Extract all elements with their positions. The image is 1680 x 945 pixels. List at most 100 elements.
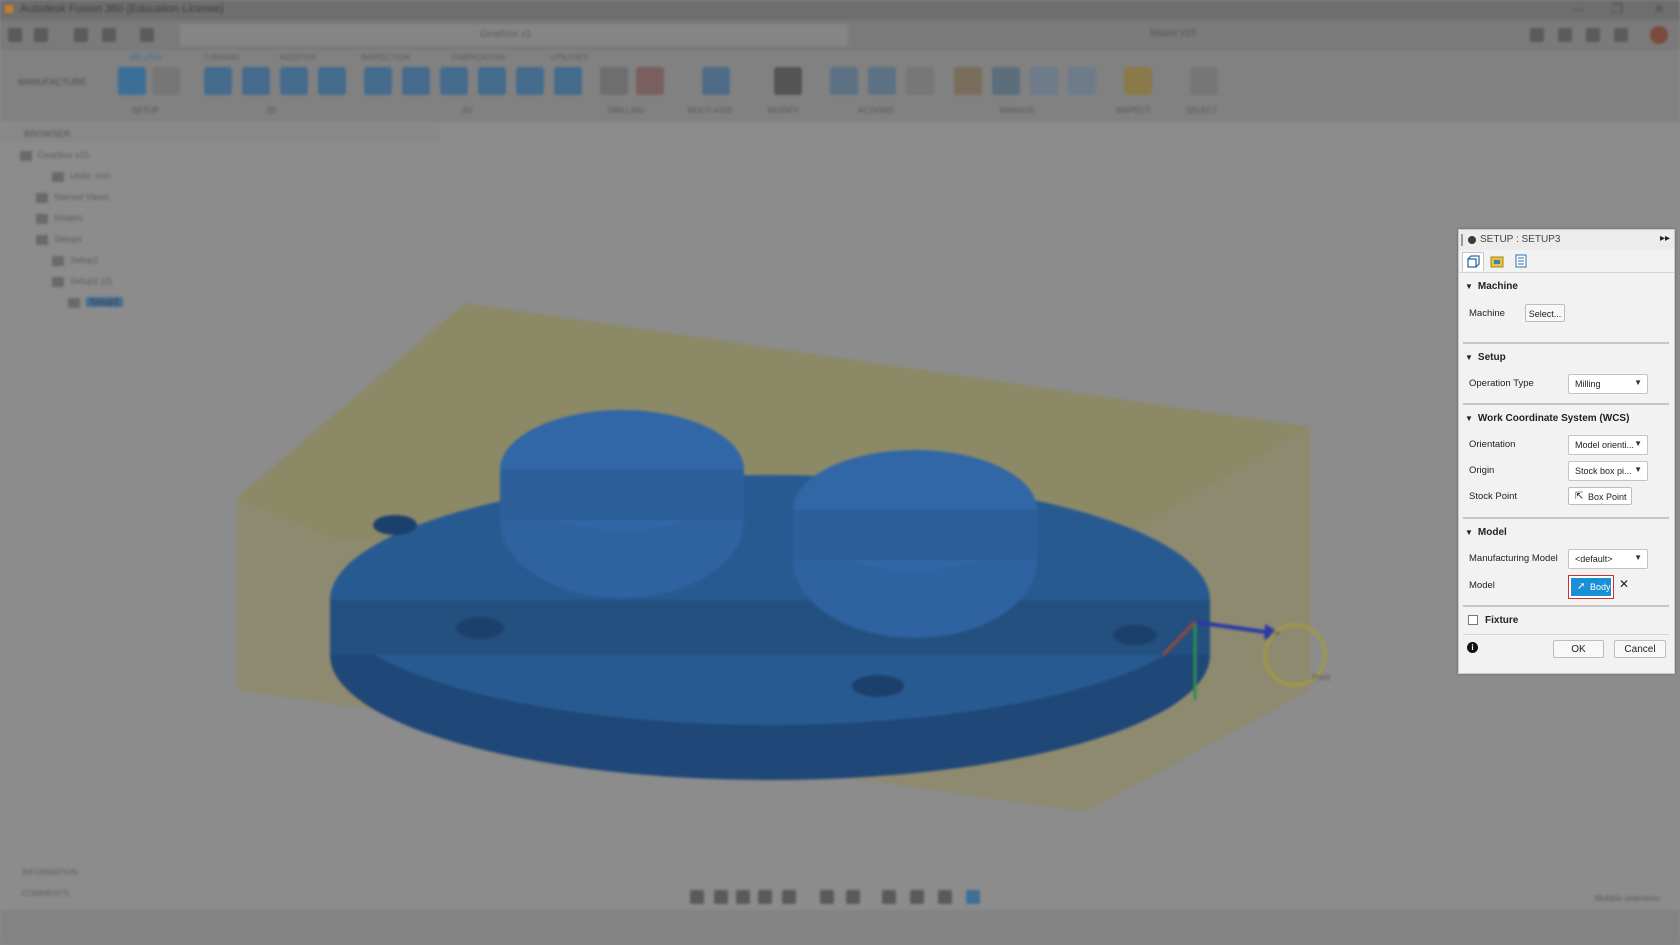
help-icon[interactable]	[1558, 28, 1572, 42]
tab-additive[interactable]: ADDITIVE	[280, 53, 317, 62]
tab-post-process[interactable]	[1511, 252, 1531, 270]
fixture-checkbox[interactable]	[1468, 615, 1478, 625]
job-status-icon[interactable]	[1614, 28, 1628, 42]
model-section-header[interactable]: ▼ Model	[1465, 527, 1507, 538]
ok-button[interactable]: OK	[1553, 640, 1604, 658]
look-at-icon[interactable]	[714, 890, 728, 904]
new-tab-icon[interactable]	[1530, 28, 1544, 42]
parallel-button[interactable]	[554, 67, 582, 95]
post-process-button[interactable]	[868, 67, 896, 95]
group-2d[interactable]: 2D	[266, 106, 276, 115]
notifications-icon[interactable]	[1586, 28, 1600, 42]
maximize-icon[interactable]: ❐	[1612, 2, 1623, 16]
hole-recognition-button[interactable]	[636, 67, 664, 95]
dialog-title-bar[interactable]: SETUP : SETUP3 ▸▸	[1459, 230, 1674, 250]
redo-icon[interactable]	[140, 28, 154, 42]
tab-inspection[interactable]: INSPECTION	[361, 53, 410, 62]
effects-icon[interactable]	[966, 890, 980, 904]
zoom-icon[interactable]	[758, 890, 772, 904]
comments-panel[interactable]: COMMENTS	[22, 889, 69, 898]
tab-milling[interactable]: MILLING	[130, 53, 162, 62]
cancel-button[interactable]: Cancel	[1614, 640, 1666, 658]
tree-item-named-views[interactable]: Named Views	[36, 192, 109, 208]
group-3d[interactable]: 3D	[462, 106, 472, 115]
tool-library-button[interactable]	[954, 67, 982, 95]
group-multi-axis[interactable]: MULTI-AXIS	[688, 106, 732, 115]
tree-item-setups[interactable]: Setups	[36, 234, 82, 250]
group-actions[interactable]: ACTIONS	[858, 106, 894, 115]
select-button[interactable]	[1190, 67, 1218, 95]
user-avatar[interactable]	[1650, 26, 1668, 44]
drag-handle[interactable]	[1461, 234, 1463, 246]
2d-pocket-button[interactable]	[242, 67, 270, 95]
workspace-switcher[interactable]: MANUFACTURE	[18, 77, 87, 87]
machine-library-button[interactable]	[1068, 67, 1096, 95]
tab-turning[interactable]: TURNING	[203, 53, 239, 62]
2d-contour-button[interactable]	[318, 67, 346, 95]
pan-icon[interactable]	[736, 890, 750, 904]
camera-icon[interactable]	[910, 890, 924, 904]
group-drilling[interactable]: DRILLING	[608, 106, 645, 115]
tree-item-root[interactable]: Gearbox v15	[20, 150, 90, 166]
stock-point-selector[interactable]: ⇱ Box Point	[1568, 487, 1632, 505]
modify-button[interactable]	[774, 67, 802, 95]
grid-settings-icon[interactable]	[846, 890, 860, 904]
tree-item-setup3[interactable]: Setup3	[68, 297, 123, 313]
save-icon[interactable]	[74, 28, 88, 42]
origin-select[interactable]: Stock box pi... ▼	[1568, 461, 1648, 481]
contour-button[interactable]	[516, 67, 544, 95]
undo-icon[interactable]	[102, 28, 116, 42]
tree-item-setup1-2[interactable]: Setup1 (2)	[52, 276, 112, 292]
fit-icon[interactable]	[782, 890, 796, 904]
tab-stock[interactable]	[1487, 252, 1507, 270]
setup-sheet-button[interactable]	[152, 67, 180, 95]
display-settings-icon[interactable]	[820, 890, 834, 904]
steep-shallow-button[interactable]	[440, 67, 468, 95]
pocket-clearing-button[interactable]	[402, 67, 430, 95]
face-button[interactable]	[280, 67, 308, 95]
simulate-button[interactable]	[830, 67, 858, 95]
tab-utilities[interactable]: UTILITIES	[551, 53, 588, 62]
2d-adaptive-button[interactable]	[204, 67, 232, 95]
file-menu-icon[interactable]	[34, 28, 48, 42]
group-select[interactable]: SELECT	[1186, 106, 1217, 115]
post-library-button[interactable]	[1030, 67, 1058, 95]
browser-header[interactable]: BROWSER	[0, 126, 440, 142]
tree-item-units[interactable]: Units: mm	[52, 171, 111, 187]
group-inspect[interactable]: INSPECT	[1116, 106, 1151, 115]
info-icon[interactable]: i	[1467, 642, 1478, 653]
orbit-icon[interactable]	[690, 890, 704, 904]
clear-selection-icon[interactable]: ✕	[1619, 577, 1629, 591]
group-setup[interactable]: SETUP	[132, 106, 159, 115]
adaptive-clearing-button[interactable]	[364, 67, 392, 95]
setup-sheet-action-button[interactable]	[906, 67, 934, 95]
measure-button[interactable]	[1124, 67, 1152, 95]
machine-section-header[interactable]: ▼ Machine	[1465, 281, 1518, 292]
manufacturing-model-select[interactable]: <default> ▼	[1568, 549, 1648, 569]
new-setup-button[interactable]	[118, 67, 146, 95]
information-panel[interactable]: INFORMATION	[22, 868, 77, 877]
tree-item-setup1[interactable]: Setup1	[52, 255, 99, 271]
scallop-button[interactable]	[478, 67, 506, 95]
tab-setup[interactable]	[1462, 252, 1484, 271]
wcs-section-header[interactable]: ▼ Work Coordinate System (WCS)	[1465, 413, 1629, 424]
multi-axis-button[interactable]	[702, 67, 730, 95]
tab-fabrication[interactable]: FABRICATION	[452, 53, 505, 62]
project-name[interactable]: Mazet v15	[1150, 28, 1196, 39]
operation-type-select[interactable]: Milling ▼	[1568, 374, 1648, 394]
template-library-button[interactable]	[992, 67, 1020, 95]
group-modify[interactable]: MODIFY	[768, 106, 799, 115]
orientation-select[interactable]: Model orienti... ▼	[1568, 435, 1648, 455]
viewports-icon[interactable]	[882, 890, 896, 904]
drill-button[interactable]	[600, 67, 628, 95]
data-panel-icon[interactable]	[8, 28, 22, 42]
tree-item-models[interactable]: Models	[36, 213, 83, 229]
setup-section-header[interactable]: ▼ Setup	[1465, 352, 1506, 363]
minimize-icon[interactable]: —	[1572, 2, 1584, 16]
simulation-icon[interactable]	[938, 890, 952, 904]
select-machine-button[interactable]: Select...	[1525, 304, 1565, 322]
collapse-dialog-icon[interactable]: ▸▸	[1660, 233, 1670, 244]
group-manage[interactable]: MANAGE	[1000, 106, 1035, 115]
close-window-icon[interactable]: ✕	[1654, 2, 1664, 16]
document-tab[interactable]: Gearbox v1	[180, 24, 848, 46]
